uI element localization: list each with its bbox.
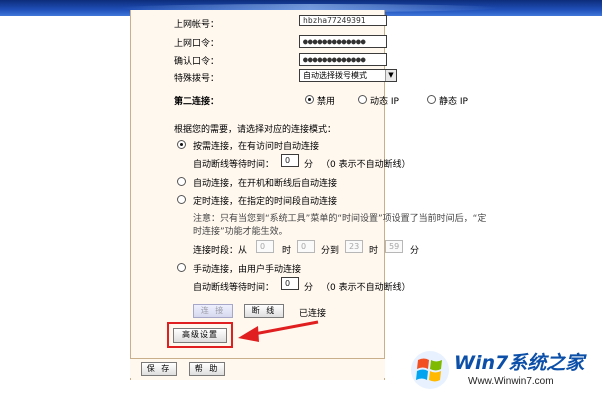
mode-scheduled-label: 定时连接，在指定的时间段自动连接 xyxy=(193,197,338,207)
pointer-arrow-icon xyxy=(238,320,319,342)
second-connection-label: 第二连接： xyxy=(174,97,220,107)
manual-idle-time-input[interactable]: 0 xyxy=(281,277,299,290)
schedule-from-hour-unit: 时 xyxy=(282,246,292,256)
second-conn-dynamic-label: 动态 IP xyxy=(370,97,399,107)
schedule-to-hour-input[interactable]: 23 xyxy=(345,240,363,253)
mode-auto-label: 自动连接，在开机和断线后自动连接 xyxy=(193,179,338,189)
schedule-time-label: 连接时段：从 xyxy=(193,246,248,256)
idle-time-input[interactable]: 0 xyxy=(281,154,299,167)
second-conn-static-radio[interactable] xyxy=(427,95,436,104)
mode-scheduled-radio[interactable] xyxy=(177,195,186,204)
idle-time-note: （0 表示不自动断线） xyxy=(321,160,411,170)
schedule-to-min-unit: 分 xyxy=(410,246,420,256)
chevron-down-icon[interactable]: ▼ xyxy=(385,70,396,81)
watermark-url: Www.Winwin7.com xyxy=(468,376,554,387)
mode-auto-radio[interactable] xyxy=(177,177,186,186)
confirm-password-input[interactable]: ●●●●●●●●●●●●● xyxy=(299,53,387,66)
schedule-from-hour-input[interactable]: 0 xyxy=(256,240,274,253)
save-button[interactable]: 保 存 xyxy=(141,362,177,376)
mode-on-demand-radio[interactable] xyxy=(177,140,186,149)
schedule-from-min-input[interactable]: 0 xyxy=(297,240,315,253)
special-dial-label: 特殊拨号： xyxy=(174,74,220,84)
second-conn-dynamic-radio[interactable] xyxy=(358,95,367,104)
right-panel xyxy=(385,16,602,396)
second-conn-disable-radio[interactable] xyxy=(305,95,314,104)
mode-manual-radio[interactable] xyxy=(177,263,186,272)
idle-time-label: 自动断线等待时间： xyxy=(193,160,275,170)
mode-intro-text: 根据您的需要，请选择对应的连接模式： xyxy=(174,125,337,135)
schedule-notice-line1: 注意：只有当您到“系统工具”菜单的“时间设置”项设置了当前时间后，“定 xyxy=(193,214,487,224)
mode-on-demand-label: 按需连接，在有访问时自动连接 xyxy=(193,142,320,152)
second-conn-static-label: 静态 IP xyxy=(439,97,468,107)
schedule-to-hour-unit: 时 xyxy=(369,246,379,256)
password-label: 上网口令： xyxy=(174,39,220,49)
second-conn-disable-label: 禁用 xyxy=(317,97,336,107)
password-input[interactable]: ●●●●●●●●●●●●● xyxy=(299,35,387,48)
manual-idle-time-unit: 分 xyxy=(304,283,314,293)
manual-idle-time-label: 自动断线等待时间： xyxy=(193,283,275,293)
watermark-logo: Win7系统之家 Www.Winwin7.com xyxy=(408,344,598,394)
special-dial-value: 自动选择拨号模式 xyxy=(303,71,367,80)
schedule-to-label: 分到 xyxy=(321,246,340,256)
account-input[interactable]: hbzha77249391 xyxy=(299,15,387,26)
schedule-notice-line2: 时连接”功能才能生效。 xyxy=(193,227,288,237)
left-panel xyxy=(0,16,130,396)
account-label: 上网帐号： xyxy=(174,20,220,30)
schedule-to-min-input[interactable]: 59 xyxy=(385,240,403,253)
mode-manual-label: 手动连接，由用户手动连接 xyxy=(193,265,302,275)
manual-idle-time-note: （0 表示不自动断线） xyxy=(321,283,411,293)
help-button[interactable]: 帮 助 xyxy=(189,362,225,376)
connect-button[interactable]: 连 接 xyxy=(193,304,233,318)
watermark-brand: Win7系统之家 xyxy=(454,352,585,374)
special-dial-select[interactable]: 自动选择拨号模式 ▼ xyxy=(299,69,397,82)
windows-flag-icon xyxy=(411,351,449,389)
idle-time-unit: 分 xyxy=(304,160,314,170)
confirm-password-label: 确认口令： xyxy=(174,57,220,67)
highlight-box xyxy=(167,322,233,348)
